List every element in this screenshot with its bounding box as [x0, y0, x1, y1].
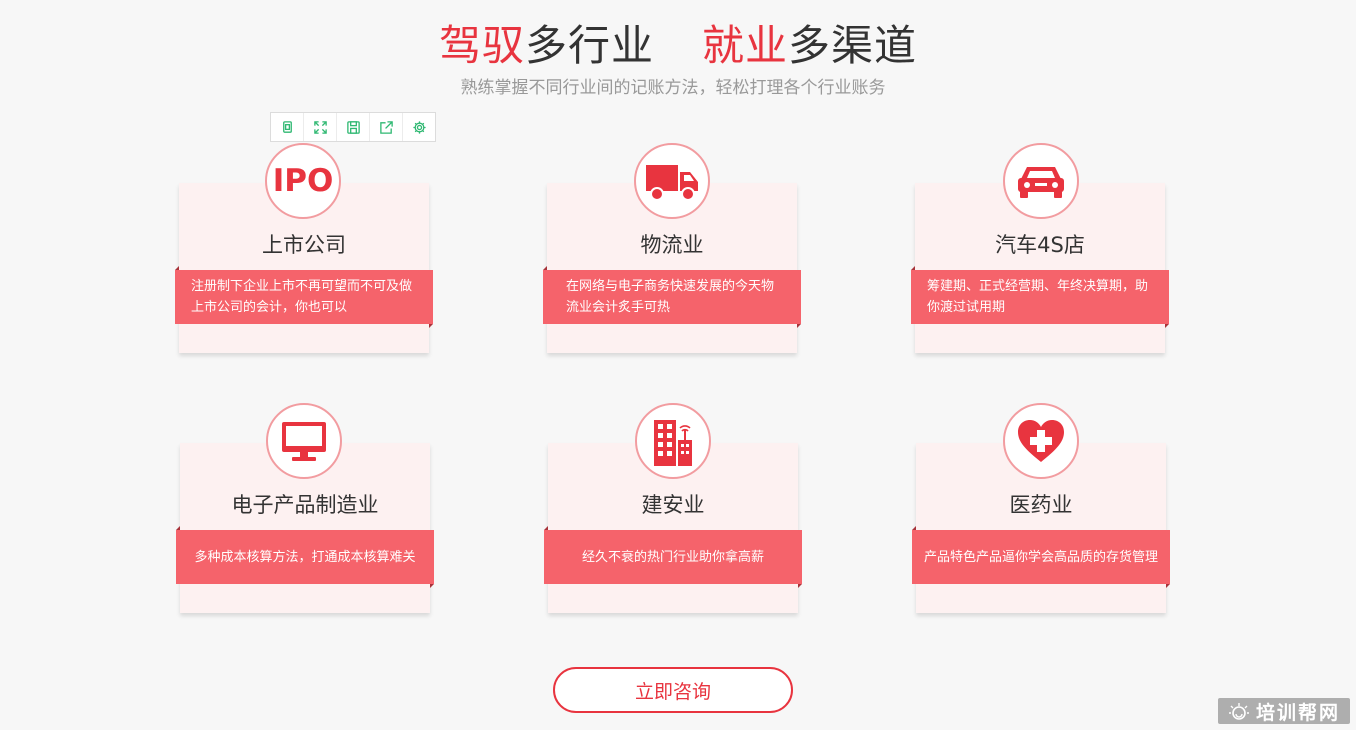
expand-icon [313, 120, 327, 134]
card-title: 建安业 [641, 493, 705, 517]
building-icon [635, 403, 711, 479]
headline: 驾驭多行业 就业多渠道 [0, 20, 1356, 72]
watermark-logo: 培训帮网 [1218, 698, 1350, 724]
card-description-band: 产品特色产品逼你学会高品质的存货管理 [912, 526, 1170, 588]
settings-icon [412, 120, 426, 134]
medical-heart-icon [1003, 403, 1079, 479]
card-description-band: 多种成本核算方法，打通成本核算难关 [176, 526, 434, 588]
settings-button[interactable] [403, 113, 435, 141]
card-title: 汽车4S店 [995, 233, 1085, 257]
card-description: 经久不衰的热门行业助你拿高薪 [581, 549, 764, 565]
car-icon [1003, 143, 1079, 219]
card-description: 多种成本核算方法，打通成本核算难关 [194, 549, 416, 565]
card-description-band: 筹建期、正式经营期、年终决算期，助你渡过试用期 [911, 266, 1169, 328]
card-title: 电子产品制造业 [231, 493, 379, 517]
consult-now-button[interactable]: 立即咨询 [553, 667, 793, 713]
card-title: 上市公司 [262, 233, 346, 257]
ipo-icon: IPO [265, 143, 341, 219]
share-icon [379, 120, 393, 134]
card-description-band: 在网络与电子商务快速发展的今天物流业会计炙手可热 [543, 266, 801, 328]
card-description-band: 注册制下企业上市不再可望而不可及做上市公司的会计，你也可以 [175, 266, 433, 328]
card-description: 筹建期、正式经营期、年终决算期，助你渡过试用期 [927, 279, 1149, 315]
floating-toolbar [270, 112, 436, 142]
subheadline: 熟练掌握不同行业间的记账方法，轻松打理各个行业账务 [460, 78, 886, 98]
expand-button[interactable] [304, 113, 337, 141]
copy-button[interactable] [271, 113, 304, 141]
headline-part1-red: 驾驭 [438, 21, 525, 70]
save-icon [346, 120, 360, 134]
smiley-sun-icon [1228, 703, 1249, 720]
card-description: 产品特色产品逼你学会高品质的存货管理 [923, 549, 1158, 565]
save-button[interactable] [337, 113, 370, 141]
share-button[interactable] [370, 113, 403, 141]
truck-icon [634, 143, 710, 219]
copy-icon [282, 120, 292, 133]
ipo-icon-text: IPO [272, 163, 334, 199]
headline-part2-dark: 多渠道 [788, 21, 918, 70]
card-description-band: 经久不衰的热门行业助你拿高薪 [544, 526, 802, 588]
card-description: 注册制下企业上市不再可望而不可及做上市公司的会计，你也可以 [191, 279, 413, 315]
card-title: 物流业 [640, 233, 704, 257]
headline-part2-red: 就业 [702, 21, 789, 70]
card-title: 医药业 [1009, 493, 1073, 517]
watermark-text: 培训帮网 [1255, 701, 1340, 724]
card-description: 在网络与电子商务快速发展的今天物流业会计炙手可热 [566, 279, 775, 315]
monitor-icon [266, 403, 342, 479]
headline-part1-dark: 多行业 [524, 21, 654, 70]
